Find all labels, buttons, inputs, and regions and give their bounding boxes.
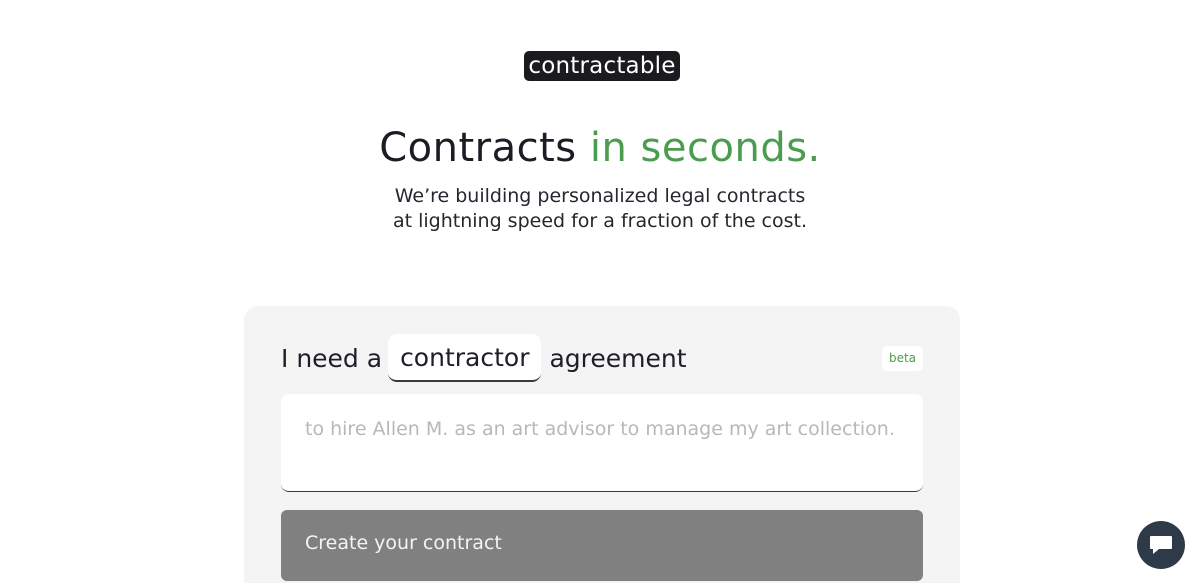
chat-launcher-button[interactable] <box>1137 521 1185 569</box>
contract-type-sentence: I need a contractor agreement <box>281 334 687 382</box>
contract-type-value: contractor <box>400 342 530 372</box>
contractable-logo[interactable]: contractable <box>524 51 680 81</box>
contract-type-select[interactable]: contractor <box>388 334 542 382</box>
headline-main: Contracts <box>379 125 577 171</box>
subhead-line-1: We’re building personalized legal contra… <box>394 185 806 207</box>
contract-builder-card: I need a contractor agreement beta to hi… <box>244 306 960 583</box>
sentence-suffix: agreement <box>549 343 687 373</box>
hero-subhead: We’re building personalized legal contra… <box>0 184 1200 234</box>
subhead-line-2: at lightning speed for a fraction of the… <box>392 210 808 232</box>
logo-text: contractable <box>528 53 676 79</box>
headline-accent: in seconds. <box>589 125 821 171</box>
create-contract-button[interactable]: Create your contract <box>281 510 923 581</box>
sentence-prefix: I need a <box>281 343 383 373</box>
beta-badge: beta <box>882 346 923 371</box>
description-placeholder: to hire Allen M. as an art advisor to ma… <box>305 418 895 440</box>
beta-badge-label: beta <box>888 351 917 365</box>
chat-bubble-icon <box>1150 536 1172 554</box>
landing-page: contractable Contracts in seconds. We’re… <box>0 0 1200 583</box>
contract-description-input[interactable]: to hire Allen M. as an art advisor to ma… <box>281 394 923 492</box>
hero-headline: Contracts in seconds. <box>0 122 1200 174</box>
create-contract-label: Create your contract <box>305 532 502 554</box>
